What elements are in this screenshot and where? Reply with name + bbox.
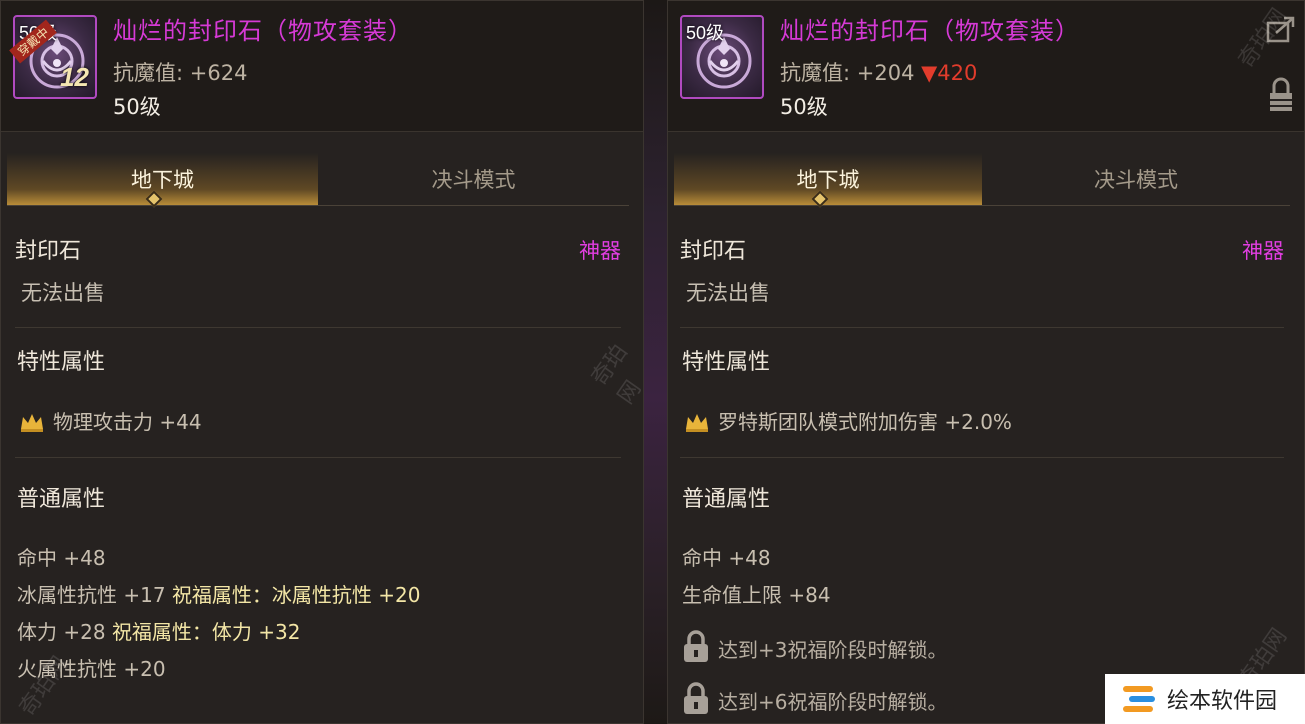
tab-duel[interactable]: 决斗模式 — [318, 153, 629, 205]
divider — [15, 457, 621, 458]
locked-attr-row: 达到+6祝福阶段时解锁。 — [682, 681, 947, 715]
resist-label: 抗魔值: — [113, 61, 184, 85]
enhance-level: 12 — [60, 62, 89, 92]
tab-dungeon[interactable]: 地下城 — [7, 153, 318, 205]
divider — [680, 457, 1284, 458]
divider — [15, 327, 621, 328]
right-item-icon[interactable]: 50级 — [680, 15, 764, 99]
item-category: 封印石 — [680, 239, 747, 264]
normal-attr-title: 普通属性 — [17, 487, 106, 512]
center-divider — [643, 0, 669, 724]
special-attr-text: 罗特斯团队模式附加伤害 +2.0% — [718, 410, 1012, 434]
attr-bless: 祝福属性：冰属性抗性 +20 — [171, 583, 421, 607]
attr-row: 冰属性抗性 +17 祝福属性：冰属性抗性 +20 — [17, 579, 421, 608]
item-category: 封印石 — [15, 239, 82, 264]
resist-label: 抗魔值: — [780, 61, 851, 85]
logo-mark-icon — [1123, 686, 1155, 712]
attr-base: 命中 +48 — [17, 546, 106, 570]
special-attr-title: 特性属性 — [682, 350, 771, 375]
item-level: 50级 — [113, 95, 161, 119]
special-attr-title: 特性属性 — [17, 350, 106, 375]
lock-icon — [684, 630, 708, 662]
special-attr: 罗特斯团队模式附加伤害 +2.0% — [684, 406, 1012, 435]
attr-base: 体力 +28 — [17, 620, 106, 644]
resist-number: +624 — [189, 61, 248, 85]
crown-icon — [686, 414, 708, 432]
resist-diff: ▼420 — [921, 61, 978, 85]
special-attr: 物理攻击力 +44 — [19, 406, 202, 435]
logo-text: 绘本软件园 — [1167, 689, 1278, 714]
crown-icon — [21, 414, 43, 432]
right-item-tooltip: 50级 灿烂的封印石（物攻套装） 抗魔值: +204 ▼420 50级 地下城 … — [667, 0, 1305, 724]
attr-base: 命中 +48 — [682, 546, 771, 570]
left-item-icon[interactable]: 50级 穿戴中 12 — [9, 15, 97, 99]
attr-row: 生命值上限 +84 — [682, 579, 831, 608]
attr-row: 体力 +28 祝福属性：体力 +32 — [17, 616, 301, 645]
site-logo: 绘本软件园 — [1105, 674, 1305, 724]
mode-tabs: 地下城 决斗模式 — [674, 153, 1290, 206]
sell-status: 无法出售 — [686, 281, 770, 305]
watermark: 奇珀网 — [587, 340, 644, 409]
lock-text: 达到+6祝福阶段时解锁。 — [718, 690, 948, 714]
divider — [680, 327, 1284, 328]
item-grade: 神器 — [1242, 239, 1284, 263]
resist-value: 抗魔值: +624 — [113, 57, 247, 87]
attr-row: 命中 +48 — [17, 542, 106, 571]
item-level: 50级 — [780, 95, 828, 119]
item-title: 灿烂的封印石（物攻套装） — [113, 17, 413, 45]
special-attr-text: 物理攻击力 +44 — [53, 410, 202, 434]
attr-bless: 祝福属性：体力 +32 — [111, 620, 301, 644]
left-item-tooltip: 50级 穿戴中 12 灿烂的封印石（物攻套装） 抗魔值: +624 50级 地下… — [0, 0, 644, 724]
lock-icon — [684, 682, 708, 714]
tab-duel[interactable]: 决斗模式 — [982, 153, 1290, 205]
locked-attr-row: 达到+3祝福阶段时解锁。 — [682, 629, 947, 663]
icon-level-tag: 50级 — [686, 23, 725, 43]
attr-base: 冰属性抗性 +17 — [17, 583, 166, 607]
item-grade: 神器 — [579, 239, 621, 263]
attr-row: 命中 +48 — [682, 542, 771, 571]
attr-base: 生命值上限 +84 — [682, 583, 831, 607]
lock-text: 达到+3祝福阶段时解锁。 — [718, 638, 948, 662]
tab-dungeon[interactable]: 地下城 — [674, 153, 982, 205]
item-title: 灿烂的封印石（物攻套装） — [780, 17, 1080, 45]
resist-value: 抗魔值: +204 ▼420 — [780, 57, 977, 87]
padlock-icon[interactable] — [1268, 77, 1294, 113]
resist-number: +204 — [856, 61, 915, 85]
sell-status: 无法出售 — [21, 281, 105, 305]
normal-attr-title: 普通属性 — [682, 487, 771, 512]
mode-tabs: 地下城 决斗模式 — [7, 153, 629, 206]
